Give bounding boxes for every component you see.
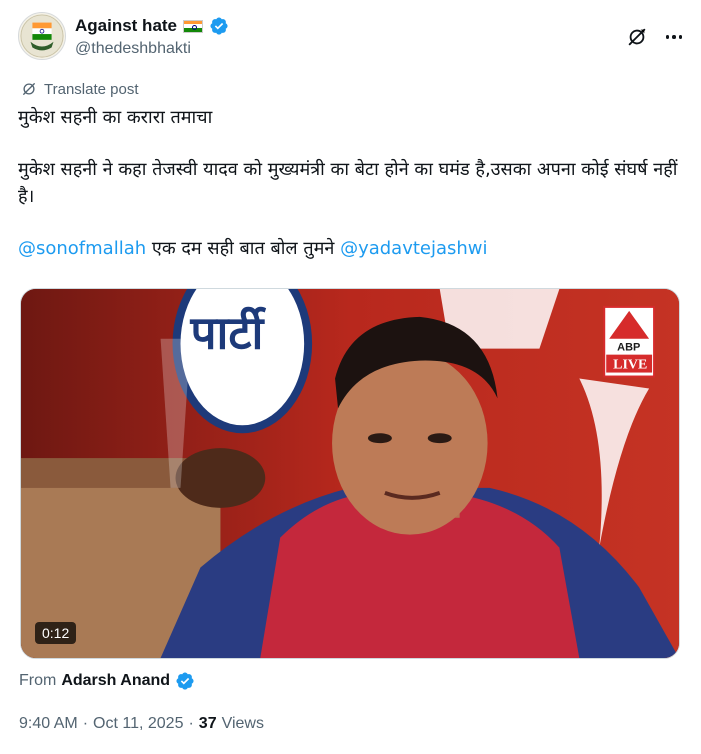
tweet-time[interactable]: 9:40 AM — [19, 715, 78, 733]
translate-post-label: Translate post — [44, 80, 139, 98]
india-flag-icon — [183, 19, 204, 33]
translate-post-link[interactable]: Translate post — [20, 80, 139, 98]
from-label: From — [19, 672, 57, 689]
tweet-header: Against hate @thedeshbhakti — [18, 12, 683, 64]
tweet-text: मुकेश सहनी का करारा तमाचा मुकेश सहनी ने … — [18, 104, 678, 287]
channel-logo-bottom: LIVE — [613, 358, 647, 373]
video-player[interactable]: पार्टी ABP LIVE 0:12 — [20, 288, 680, 659]
tweet-line-mentions: @sonofmallah एक दम सही बात बोल तुमने @ya… — [18, 235, 678, 262]
verified-badge-icon — [176, 672, 194, 690]
tweet-meta-row: 9:40 AM · Oct 11, 2025 · 37 Views — [19, 715, 264, 733]
grok-icon[interactable] — [626, 26, 648, 48]
video-thumbnail: पार्टी ABP LIVE — [21, 289, 679, 658]
mention-link-sonofmallah[interactable]: @sonofmallah — [18, 238, 146, 259]
mention-link-yadavtejashwi[interactable]: @yadavtejashwi — [340, 238, 487, 259]
video-duration-badge: 0:12 — [35, 622, 77, 644]
tweet-line-body: मुकेश सहनी ने कहा तेजस्वी यादव को मुख्यम… — [18, 159, 678, 207]
translate-icon — [23, 83, 35, 95]
meta-separator: · — [82, 715, 89, 732]
source-author-link[interactable]: Adarsh Anand — [61, 672, 170, 690]
more-options-icon[interactable] — [662, 26, 686, 48]
avatar-image — [19, 13, 65, 59]
tweet-mention-text: एक दम सही बात बोल तुमने — [146, 238, 341, 259]
tweet-line-headline: मुकेश सहनी का करारा तमाचा — [18, 107, 213, 128]
author-name-row: Against hate — [75, 16, 229, 36]
channel-logo-top: ABP — [617, 342, 640, 354]
author-handle[interactable]: @thedeshbhakti — [75, 40, 191, 58]
author-display-name[interactable]: Against hate — [75, 16, 177, 36]
author-avatar[interactable] — [18, 12, 66, 60]
verified-badge-icon[interactable] — [209, 16, 229, 36]
tweet-date[interactable]: Oct 11, 2025 — [93, 715, 183, 733]
views-label: Views — [221, 715, 264, 732]
banner-text: पार्टी — [189, 306, 266, 360]
meta-separator: · — [188, 715, 194, 732]
video-source-row: From Adarsh Anand — [19, 671, 195, 691]
views-count: 37 — [198, 715, 217, 732]
